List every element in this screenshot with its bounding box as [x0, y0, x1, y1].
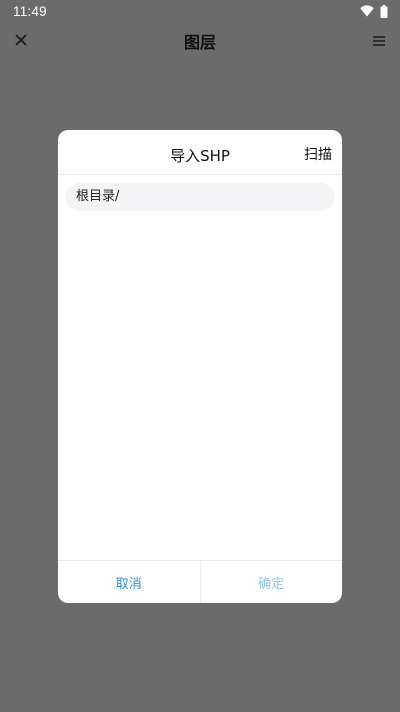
file-list[interactable] — [58, 216, 342, 560]
page-title: 图层 — [183, 33, 216, 52]
breadcrumb[interactable]: 根目录/ — [65, 183, 335, 211]
dialog-title: 导入SHP — [170, 147, 230, 165]
menu-button[interactable] — [367, 28, 391, 52]
status-icons — [360, 4, 388, 18]
app-bar: 图层 — [0, 22, 400, 58]
menu-icon — [373, 31, 385, 50]
dialog-footer: 取消 确定 — [58, 560, 342, 603]
wifi-icon — [360, 5, 374, 17]
battery-icon — [380, 4, 388, 18]
scan-button[interactable]: 扫描 — [304, 144, 332, 164]
import-shp-dialog: 导入SHP 扫描 根目录/ 取消 确定 — [58, 130, 342, 603]
status-time: 11:49 — [13, 3, 47, 19]
status-bar: 11:49 — [0, 0, 400, 22]
cancel-button[interactable]: 取消 — [58, 561, 201, 603]
dialog-header: 导入SHP 扫描 — [58, 130, 342, 175]
confirm-button[interactable]: 确定 — [201, 561, 343, 603]
